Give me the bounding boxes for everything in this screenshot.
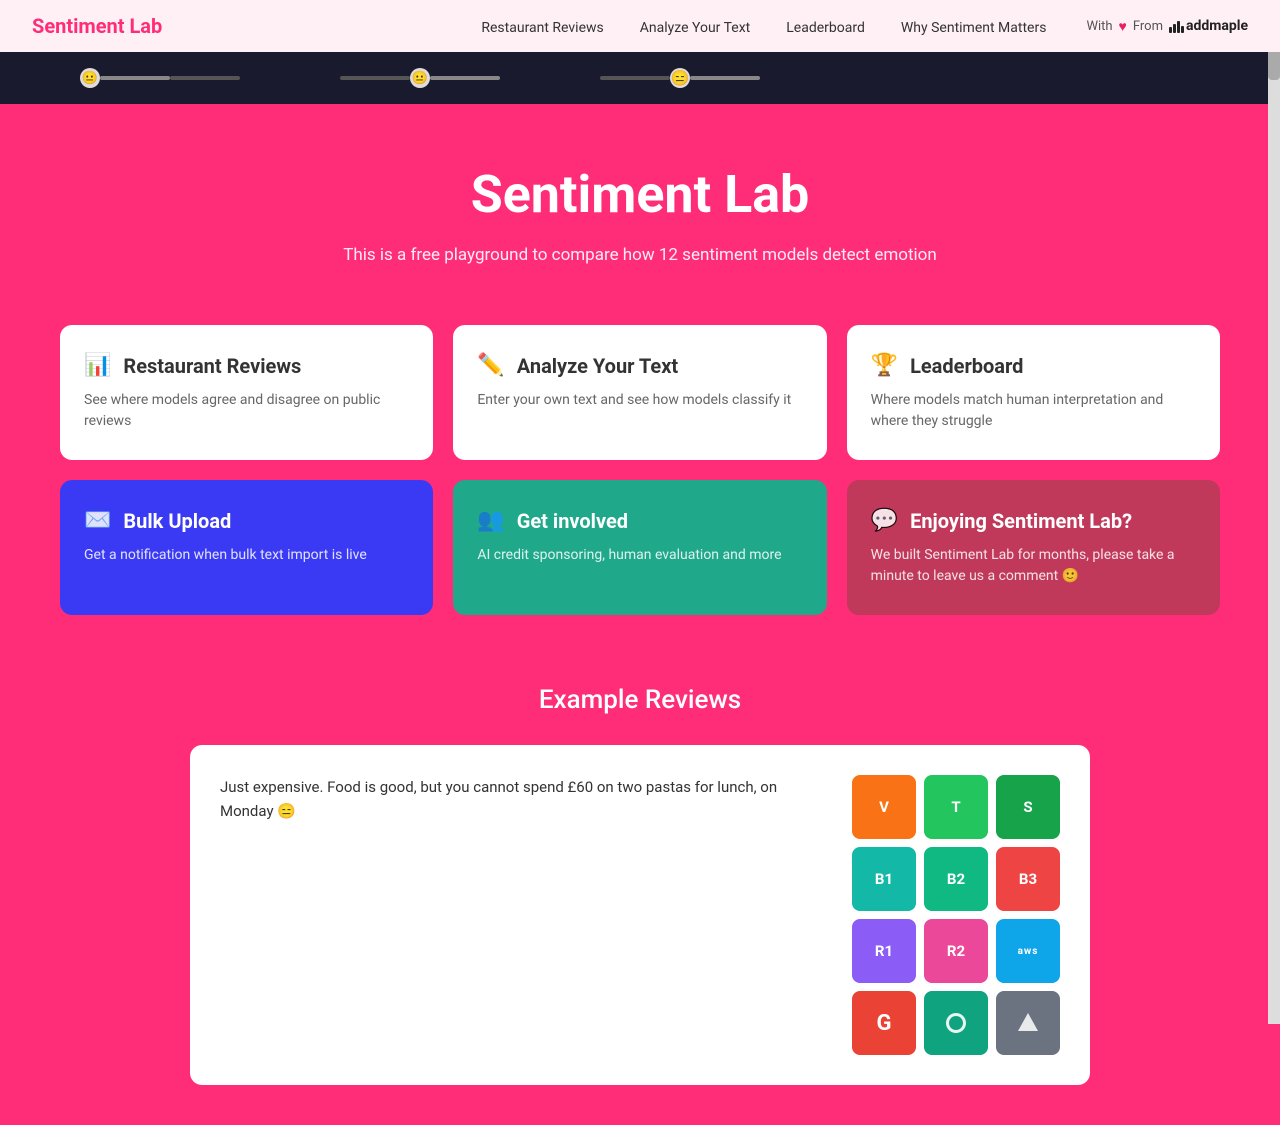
model-cell-anthropic[interactable] [996,991,1060,1055]
slider-track-left-1 [100,76,170,80]
card-title-restaurant: Restaurant Reviews [123,354,301,378]
model-cell-r1[interactable]: R1 [852,919,916,983]
slider-track-right-2 [430,76,500,80]
card-get-involved[interactable]: 👥 Get involved AI credit sponsoring, hum… [453,480,826,615]
card-header: ✏️ Analyze Your Text [477,353,802,378]
model-cell-aws[interactable]: aws [996,919,1060,983]
email-card-icon: ✉️ [84,508,111,533]
card-desc-enjoying: We built Sentiment Lab for months, pleas… [871,545,1196,587]
card-header: 📊 Restaurant Reviews [84,353,409,378]
card-desc-restaurant: See where models agree and disagree on p… [84,390,409,432]
card-header: 👥 Get involved [477,508,802,533]
slider-track-right-1 [170,76,240,80]
slider-thumb-3[interactable]: 😑 [670,68,690,88]
card-bulk-upload[interactable]: ✉️ Bulk Upload Get a notification when b… [60,480,433,615]
slider-bar: 😐 😐 😑 [0,52,1280,104]
card-title-involved: Get involved [517,509,628,533]
cards-row-2: ✉️ Bulk Upload Get a notification when b… [60,480,1220,615]
bar-chart-card-icon: 📊 [84,353,111,378]
example-card: Just expensive. Food is good, but you ca… [190,745,1090,1085]
card-title-bulk: Bulk Upload [123,509,231,533]
slider-thumb-2[interactable]: 😐 [410,68,430,88]
slider-1[interactable]: 😐 [80,68,240,88]
trophy-card-icon: 🏆 [871,353,898,378]
slider-thumb-1[interactable]: 😐 [80,68,100,88]
cards-row-1: 📊 Restaurant Reviews See where models ag… [60,325,1220,460]
slider-3[interactable]: 😑 [600,68,760,88]
model-cell-s[interactable]: S [996,775,1060,839]
model-cell-b3[interactable]: B3 [996,847,1060,911]
model-cell-t[interactable]: T [924,775,988,839]
nav-why-sentiment[interactable]: Why Sentiment Matters [901,20,1047,36]
nav-links: Restaurant Reviews Analyze Your Text Lea… [481,17,1046,36]
example-section: Example Reviews Just expensive. Food is … [0,645,1280,1125]
card-restaurant-reviews[interactable]: 📊 Restaurant Reviews See where models ag… [60,325,433,460]
example-title: Example Reviews [60,685,1220,715]
slider-track-left-2 [340,76,410,80]
card-title-analyze: Analyze Your Text [517,354,678,378]
nav-analyze-text[interactable]: Analyze Your Text [640,20,750,36]
model-cell-r2[interactable]: R2 [924,919,988,983]
navbar: Sentiment Lab Restaurant Reviews Analyze… [0,0,1280,52]
review-text: Just expensive. Food is good, but you ca… [220,775,822,1055]
model-cell-google[interactable]: G [852,991,916,1055]
card-title-enjoying: Enjoying Sentiment Lab? [910,509,1132,533]
card-header: ✉️ Bulk Upload [84,508,409,533]
model-cell-v[interactable]: V [852,775,916,839]
hero-subtitle: This is a free playground to compare how… [20,245,1260,265]
bar-chart-icon [1169,19,1184,33]
cards-section: 📊 Restaurant Reviews See where models ag… [0,305,1280,645]
card-desc-bulk: Get a notification when bulk text import… [84,545,409,566]
with-label: With [1086,19,1112,34]
slider-track-left-3 [600,76,670,80]
card-header: 🏆 Leaderboard [871,353,1196,378]
card-analyze-text[interactable]: ✏️ Analyze Your Text Enter your own text… [453,325,826,460]
card-desc-leaderboard: Where models match human interpretation … [871,390,1196,432]
card-enjoying[interactable]: 💬 Enjoying Sentiment Lab? We built Senti… [847,480,1220,615]
card-desc-analyze: Enter your own text and see how models c… [477,390,802,411]
nav-leaderboard[interactable]: Leaderboard [786,20,865,36]
chat-card-icon: 💬 [871,508,898,533]
heart-icon: ♥ [1119,18,1127,35]
people-card-icon: 👥 [477,508,504,533]
nav-restaurant-reviews[interactable]: Restaurant Reviews [481,20,603,36]
slider-2[interactable]: 😐 [340,68,500,88]
card-title-leaderboard: Leaderboard [910,354,1023,378]
card-header: 💬 Enjoying Sentiment Lab? [871,508,1196,533]
aws-text: aws [1018,946,1039,957]
scrollbar[interactable] [1268,0,1280,1024]
pencil-card-icon: ✏️ [477,353,504,378]
brand-logo[interactable]: Sentiment Lab [32,14,162,38]
model-grid: V T S B1 B2 B3 R1 R2 aws G [852,775,1060,1055]
model-cell-openai[interactable] [924,991,988,1055]
slider-track-right-3 [690,76,760,80]
addmaple-logo: addmaple [1169,18,1248,34]
hero-title: Sentiment Lab [20,164,1260,225]
card-desc-involved: AI credit sponsoring, human evaluation a… [477,545,802,566]
hero-section: Sentiment Lab This is a free playground … [0,104,1280,305]
model-cell-b1[interactable]: B1 [852,847,916,911]
model-cell-b2[interactable]: B2 [924,847,988,911]
from-label: From [1133,19,1163,34]
navbar-right: With ♥ From addmaple [1086,18,1248,35]
card-leaderboard[interactable]: 🏆 Leaderboard Where models match human i… [847,325,1220,460]
